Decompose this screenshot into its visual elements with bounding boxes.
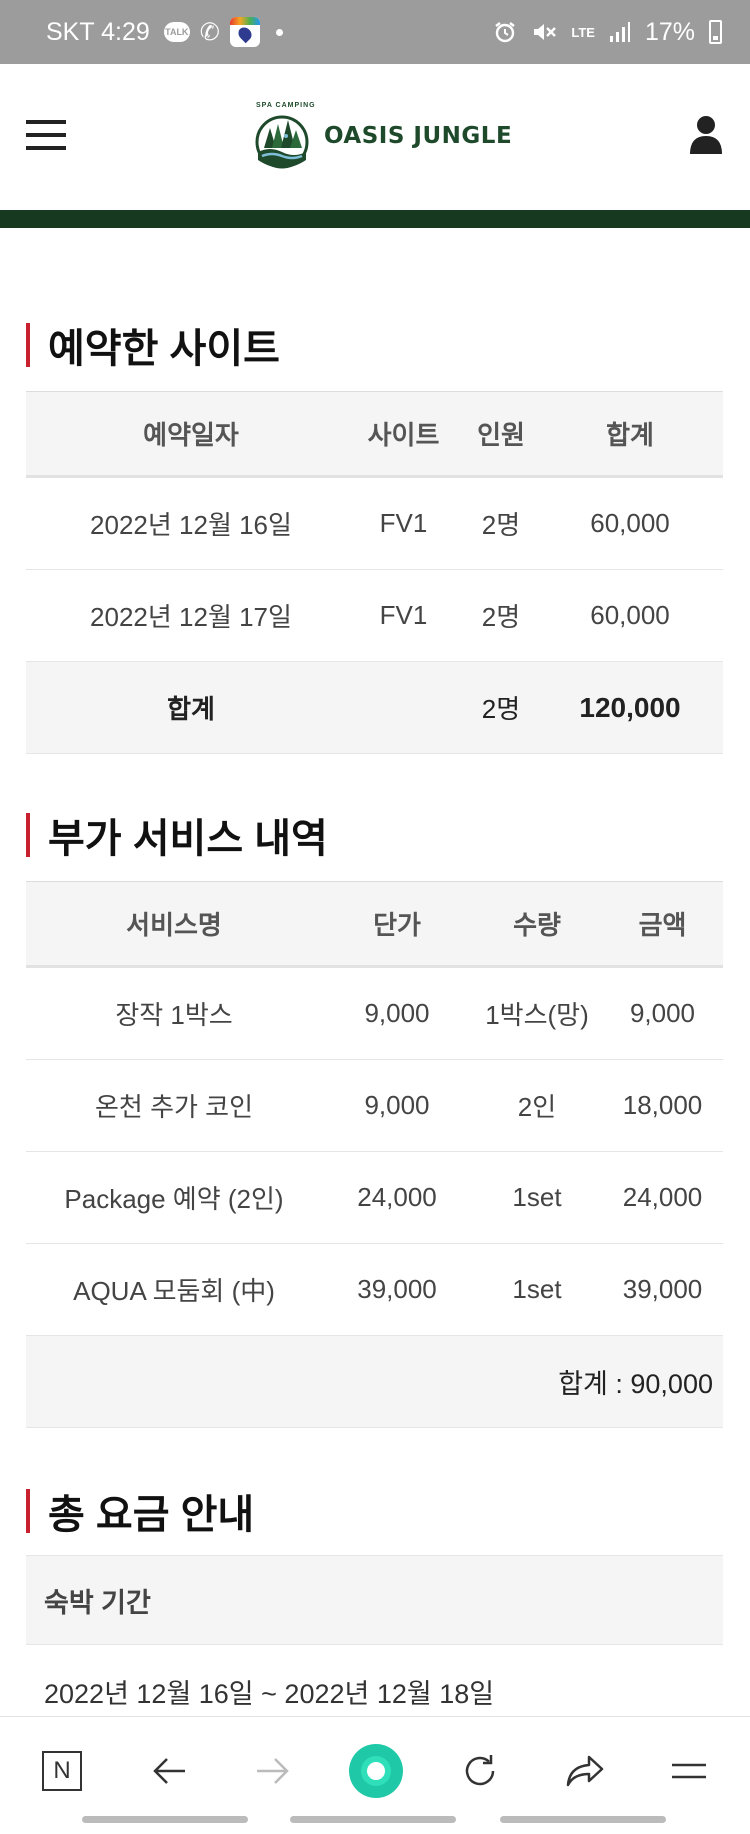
gesture-handle [82,1816,248,1823]
cell-amount: 39,000 [622,1274,703,1304]
gesture-handle [290,1816,456,1823]
summary-section-title: 총 요금 안내 [26,1482,254,1540]
naver-home-button[interactable]: N [40,1743,84,1799]
menu-icon[interactable] [26,120,66,150]
alarm-icon [493,20,517,44]
reservation-section-title: 예약한 사이트 [26,316,280,374]
battery-icon [709,20,722,44]
column-header: 인원 [477,420,525,450]
cell-unit-price: 39,000 [357,1274,437,1304]
extras-table: 서비스명 단가 수량 금액 장작 1박스 9,000 1박스(망) 9,000 … [26,881,723,1428]
cell-date: 2022년 12월 16일 [90,510,292,540]
table-row: AQUA 모둠회 (中) 39,000 1set 39,000 [26,1244,723,1336]
green-dot-button[interactable] [346,1735,406,1807]
total-amount: 120,000 [579,691,681,723]
table-row: 2022년 12월 17일 FV1 2명 60,000 [26,570,723,662]
cell-unit-price: 24,000 [357,1182,437,1212]
table-row: 장작 1박스 9,000 1박스(망) 9,000 [26,968,723,1060]
logo-subtitle: SPA CAMPING [256,102,316,109]
refresh-button[interactable] [455,1743,505,1799]
column-header: 예약일자 [143,420,239,450]
column-header: 수량 [513,910,561,940]
cell-unit-price: 9,000 [364,1090,430,1120]
user-icon[interactable] [688,114,724,154]
logo-text: OASIS JUNGLE [324,123,513,149]
cell-quantity: 1박스(망) [485,1000,589,1030]
column-header: 합계 [606,420,654,450]
back-arrow-icon [153,1758,185,1784]
reservation-table: 예약일자 사이트 인원 합계 2022년 12월 16일 FV1 2명 60,0… [26,391,723,754]
extras-total: 합계 : 90,000 [558,1369,713,1399]
cell-quantity: 2인 [517,1092,557,1122]
logo-emblem-icon [255,115,309,169]
cell-people: 2명 [481,510,521,540]
stay-period-label: 숙박 기간 [26,1555,723,1645]
cell-people: 2명 [481,602,521,632]
naver-home-icon: N [42,1751,82,1791]
share-icon [566,1755,604,1787]
cell-amount: 60,000 [590,508,670,538]
cell-quantity: 1set [512,1182,562,1212]
back-button[interactable] [144,1743,194,1799]
column-header: 금액 [638,910,687,940]
kakaotalk-icon: TALK [163,22,190,42]
stay-period-value: 2022년 12월 16일 ~ 2022년 12월 18일 [44,1679,495,1709]
status-bar: SKT 4:29 TALK ✆ LTE 17% [0,0,750,64]
cell-service: Package 예약 (2인) [64,1184,284,1214]
table-row: 2022년 12월 16일 FV1 2명 60,000 [26,478,723,570]
forward-button[interactable] [248,1743,298,1799]
section-marker [26,323,30,367]
total-label: 합계 [167,694,215,724]
carrier-time: SKT 4:29 [46,17,150,46]
lte-icon: LTE [571,24,595,40]
share-button[interactable] [560,1743,610,1799]
phone-icon: ✆ [199,18,220,46]
refresh-icon [465,1755,495,1786]
table-header-row: 예약일자 사이트 인원 합계 [26,392,723,478]
cell-service: 온천 추가 코인 [95,1092,253,1122]
column-header: 사이트 [367,420,440,450]
extras-section-title: 부가 서비스 내역 [26,806,328,864]
battery-percent: 17% [644,17,695,46]
table-row: Package 예약 (2인) 24,000 1set 24,000 [26,1152,723,1244]
signal-icon [609,21,631,43]
cell-date: 2022년 12월 17일 [90,602,292,632]
more-menu-icon [672,1763,706,1779]
cell-amount: 9,000 [629,998,696,1028]
more-notifications-dot [275,28,283,36]
cell-service: 장작 1박스 [115,1000,233,1030]
mute-icon [531,20,557,44]
app-header: SPA CAMPING OASIS JUNGLE [0,64,750,210]
total-row: 합계 : 90,000 [26,1336,723,1428]
menu-button[interactable] [664,1743,714,1799]
cell-quantity: 1set [512,1274,562,1304]
total-row: 합계 2명 120,000 [26,662,723,754]
table-header-row: 서비스명 단가 수량 금액 [26,882,723,968]
cell-site: FV1 [379,600,428,630]
gesture-handle [500,1816,666,1823]
cell-service: AQUA 모둠회 (中) [73,1276,275,1306]
app-notification-icon [229,17,260,47]
forward-arrow-icon [257,1758,289,1784]
total-people: 2명 [481,694,521,724]
logo[interactable]: SPA CAMPING OASIS JUNGLE [250,98,512,174]
cell-amount: 18,000 [622,1090,703,1120]
cell-site: FV1 [379,508,428,538]
column-header: 서비스명 [126,910,222,940]
cell-amount: 60,000 [590,600,670,630]
section-marker [26,813,30,857]
table-row: 온천 추가 코인 9,000 2인 18,000 [26,1060,723,1152]
green-dot-icon [349,1744,403,1798]
cell-amount: 24,000 [622,1182,703,1212]
cell-unit-price: 9,000 [364,998,430,1028]
header-accent-bar [0,210,750,228]
column-header: 단가 [373,910,421,940]
section-marker [26,1489,30,1533]
